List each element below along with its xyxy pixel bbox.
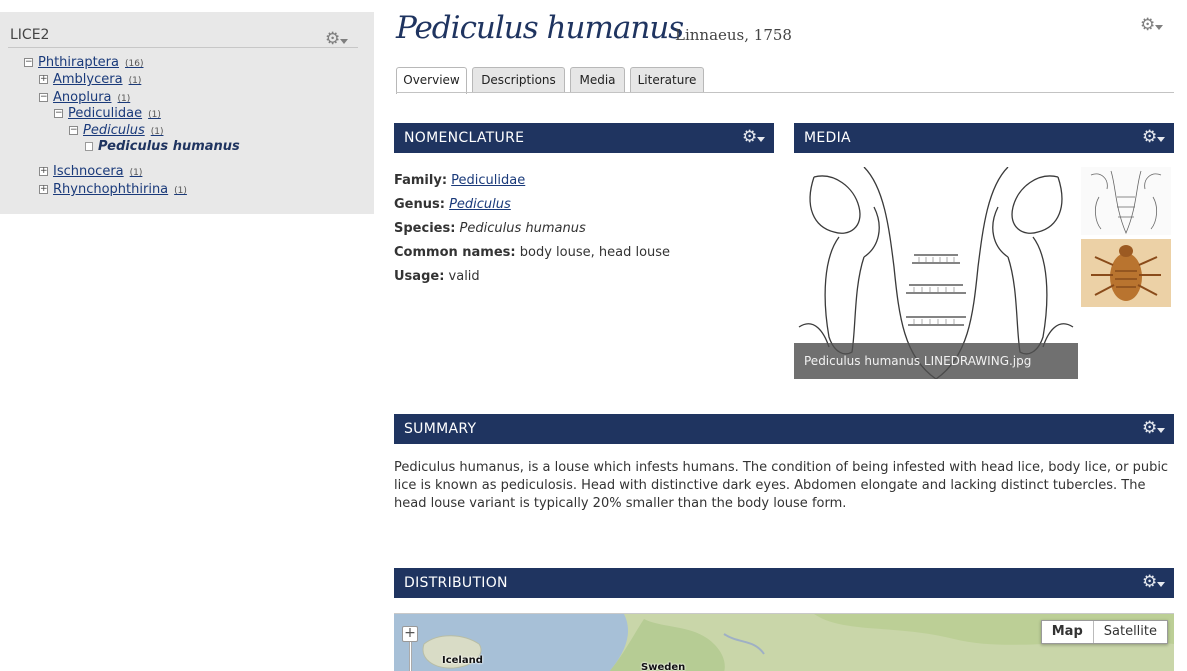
tree-node-count: (16): [125, 59, 144, 69]
expand-icon[interactable]: +: [39, 167, 48, 176]
page-title: Pediculus humanus: [396, 10, 684, 46]
tree-node-count: (1): [117, 94, 131, 104]
section-title: MEDIA: [804, 130, 851, 146]
tab-divider: [396, 92, 1174, 93]
common-names-value: body louse, head louse: [519, 245, 671, 260]
tree-node-link[interactable]: Ischnocera (1): [53, 163, 142, 182]
media-header: MEDIA ⚙: [794, 123, 1174, 153]
collapse-icon[interactable]: −: [24, 58, 33, 67]
common-names-row: Common names: body louse, head louse: [394, 245, 670, 260]
tree-node-count: (1): [128, 76, 142, 86]
satellite-view-button[interactable]: Satellite: [1094, 621, 1167, 643]
gear-icon[interactable]: ⚙: [1142, 128, 1166, 147]
thumbnail-photo-image: [1081, 239, 1171, 307]
summary-header: SUMMARY ⚙: [394, 414, 1174, 444]
tree-node-selected[interactable]: Pediculus humanus: [98, 138, 240, 155]
distribution-map[interactable]: + Iceland Sweden Map Satellite: [394, 613, 1174, 671]
tree-title: LICE2: [10, 27, 50, 43]
usage-label: Usage:: [394, 269, 445, 284]
gear-icon[interactable]: ⚙: [742, 128, 766, 147]
summary-text: Pediculus humanus, is a louse which infe…: [394, 460, 1169, 511]
common-names-label: Common names:: [394, 245, 516, 260]
tree-node-count: (1): [174, 186, 187, 196]
tree-node-link[interactable]: Amblycera (1): [53, 71, 141, 90]
genus-label: Genus:: [394, 197, 445, 212]
species-authority: Linnaeus, 1758: [675, 26, 792, 44]
genus-row: Genus: Pediculus: [394, 197, 511, 212]
tab-descriptions[interactable]: Descriptions: [472, 67, 565, 93]
map-type-control: Map Satellite: [1040, 620, 1168, 644]
collapse-icon[interactable]: −: [54, 109, 63, 118]
gear-icon[interactable]: ⚙: [1142, 573, 1166, 592]
tree-node-link[interactable]: Rhynchophthirina (1): [53, 181, 187, 200]
tab-literature[interactable]: Literature: [630, 67, 704, 93]
media-caption: Pediculus humanus LINEDRAWING.jpg: [794, 343, 1078, 379]
collapse-icon[interactable]: −: [69, 126, 78, 135]
nomenclature-header: NOMENCLATURE ⚙: [394, 123, 774, 153]
media-thumbnail-photo[interactable]: [1081, 239, 1171, 307]
collapse-icon[interactable]: −: [39, 93, 48, 102]
expand-icon[interactable]: +: [39, 185, 48, 194]
zoom-in-icon[interactable]: +: [402, 626, 418, 642]
map-label-sweden: Sweden: [641, 662, 686, 671]
gear-icon[interactable]: ⚙: [1142, 419, 1166, 438]
tree-node-count: (1): [129, 168, 143, 178]
zoom-slider[interactable]: [409, 642, 412, 671]
classification-tree-panel: LICE2 ⚙ − Phthiraptera (16) + Amblycera (1…: [0, 12, 374, 214]
tab-overview[interactable]: Overview: [396, 67, 467, 94]
tree-node-count: (1): [150, 127, 164, 137]
family-label: Family:: [394, 173, 448, 188]
usage-row: Usage: valid: [394, 269, 480, 284]
species-label: Species:: [394, 221, 456, 236]
section-title: NOMENCLATURE: [404, 130, 525, 146]
thumbnail-drawing-image: [1090, 170, 1162, 235]
section-title: SUMMARY: [404, 421, 477, 437]
family-link[interactable]: Pediculidae: [451, 173, 525, 188]
map-label-iceland: Iceland: [442, 655, 483, 666]
section-title: DISTRIBUTION: [404, 575, 508, 591]
species-value: Pediculus humanus: [459, 221, 586, 236]
tree-node-count: (1): [148, 110, 161, 120]
species-row: Species: Pediculus humanus: [394, 221, 586, 236]
usage-value: valid: [448, 269, 480, 284]
leaf-node-icon: [85, 142, 93, 151]
gear-icon[interactable]: ⚙: [1140, 16, 1164, 35]
map-view-button[interactable]: Map: [1042, 621, 1094, 643]
family-row: Family: Pediculidae: [394, 173, 525, 188]
expand-icon[interactable]: +: [39, 75, 48, 84]
genus-link[interactable]: Pediculus: [449, 197, 511, 212]
media-thumbnail-drawing[interactable]: [1081, 167, 1171, 235]
distribution-header: DISTRIBUTION ⚙: [394, 568, 1174, 598]
tab-media[interactable]: Media: [570, 67, 625, 93]
tree-divider: [8, 47, 358, 48]
